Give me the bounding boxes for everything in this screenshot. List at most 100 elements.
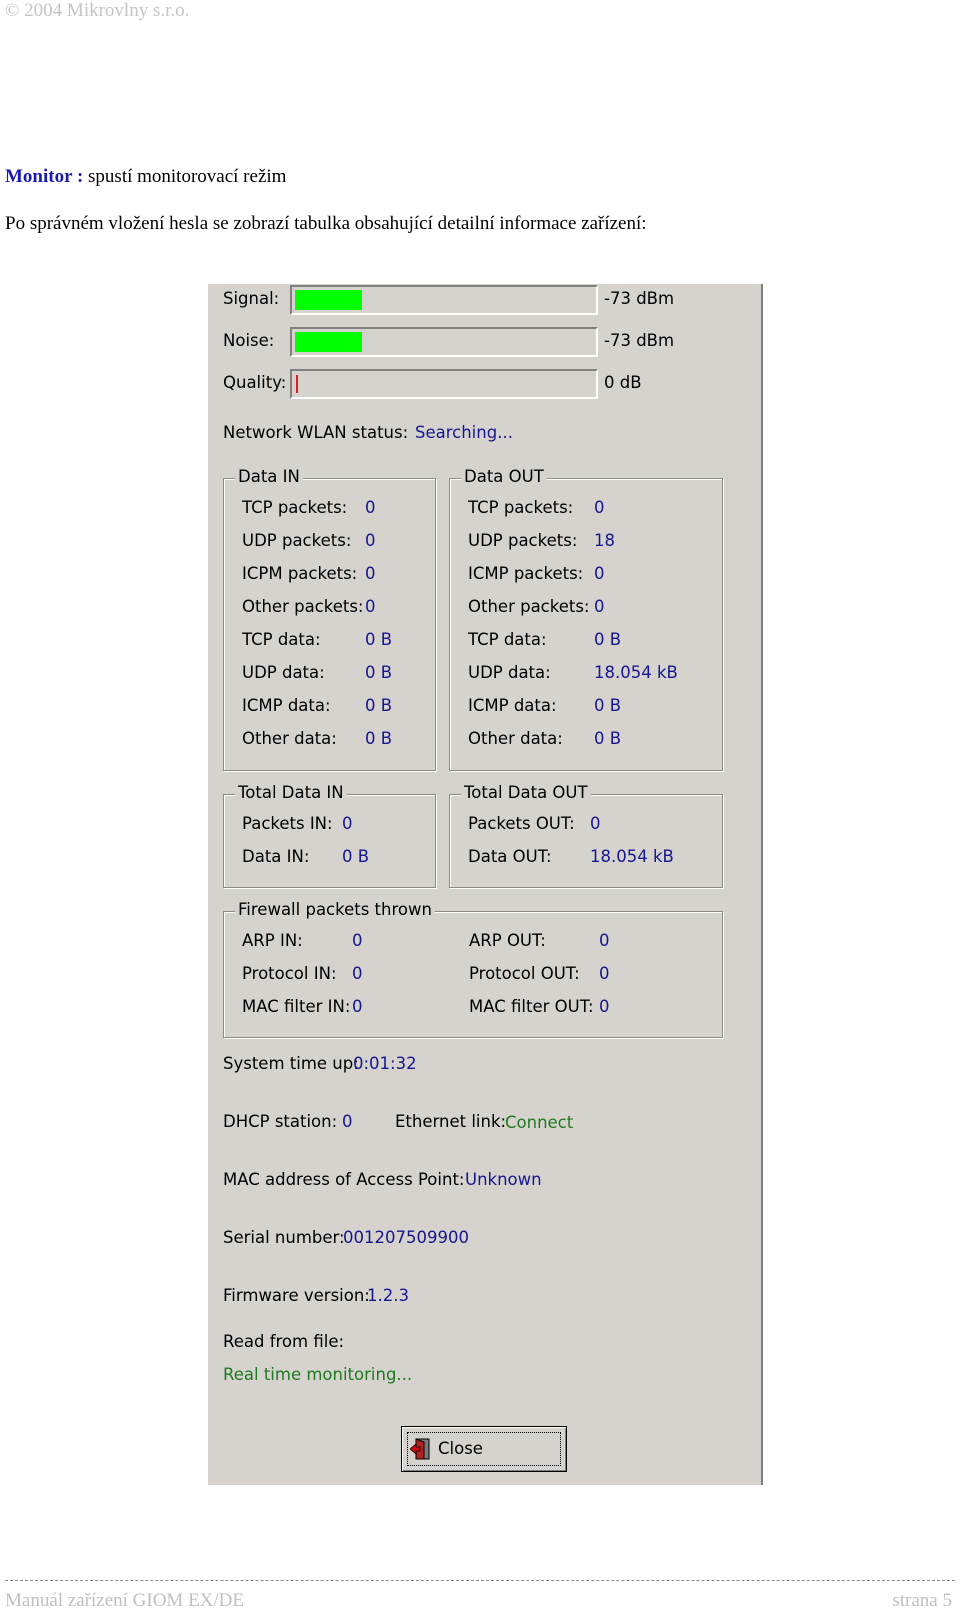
data-out-row-value: 18.054 kB	[594, 663, 678, 682]
data-out-row-value: 0 B	[594, 696, 622, 715]
data-out-row-value: 0	[594, 498, 605, 517]
mac-ap-value: Unknown	[465, 1170, 542, 1189]
data-in-row-label: TCP packets:	[242, 498, 348, 517]
firewall-out-label: Protocol OUT:	[469, 964, 580, 983]
noise-meter-fill	[295, 332, 362, 352]
firewall-out-label: ARP OUT:	[469, 931, 546, 950]
data-out-row-label: UDP data:	[468, 663, 551, 682]
footer-page-number: strana 5	[892, 1590, 952, 1611]
quality-meter-marker	[296, 375, 298, 393]
data-in-row-label: UDP packets:	[242, 531, 352, 550]
firewall-title: Firewall packets thrown	[235, 900, 435, 919]
data-in-row-label: TCP data:	[242, 630, 321, 649]
data-out-row-label: TCP packets:	[468, 498, 574, 517]
data-in-row-value: 0 B	[365, 729, 393, 748]
signal-meter-fill	[295, 290, 362, 310]
wlan-status-value: Searching...	[415, 423, 513, 442]
data-out-row-label: UDP packets:	[468, 531, 578, 550]
data-out-row-label: ICMP data:	[468, 696, 557, 715]
monitor-description-text: spustí monitorovací režim	[83, 166, 287, 187]
firewall-out-label: MAC filter OUT:	[469, 997, 594, 1016]
page-header-copyright: © 2004 Mikrovlny s.r.o.	[5, 0, 190, 21]
wlan-status-label: Network WLAN status:	[223, 423, 409, 442]
system-time-label: System time up:	[223, 1054, 359, 1073]
data-out-row-value: 18	[594, 531, 615, 550]
quality-label: Quality:	[223, 373, 287, 392]
data-in-row-value: 0 B	[365, 630, 393, 649]
total-in-row-value: 0	[342, 814, 353, 833]
data-out-row-label: ICMP packets:	[468, 564, 584, 583]
total-out-row-value: 0	[590, 814, 601, 833]
footer-manual-title: Manuál zařízení GIOM EX/DE	[5, 1590, 245, 1611]
monitor-keyword: Monitor :	[5, 166, 84, 187]
signal-meter	[290, 285, 598, 315]
quality-value: 0 dB	[604, 373, 642, 392]
total-in-row-label: Data IN:	[242, 847, 310, 866]
data-in-row-label: ICPM packets:	[242, 564, 358, 583]
data-out-row-label: Other packets:	[468, 597, 590, 616]
serial-label: Serial number:	[223, 1228, 345, 1247]
total-out-row-label: Data OUT:	[468, 847, 552, 866]
data-in-row-value: 0	[365, 498, 376, 517]
dhcp-value: 0	[342, 1112, 353, 1131]
monitor-description: Monitor : spustí monitorovací režim	[5, 166, 286, 188]
data-out-group: Data OUT TCP packets: 0 UDP packets: 18 …	[449, 467, 723, 771]
data-out-row-value: 0	[594, 597, 605, 616]
noise-meter	[290, 327, 598, 357]
read-from-value: Real time monitoring...	[223, 1365, 413, 1384]
data-out-row-label: TCP data:	[468, 630, 547, 649]
data-out-row-value: 0 B	[594, 630, 622, 649]
signal-label: Signal:	[223, 289, 280, 308]
exit-door-icon	[410, 1438, 430, 1460]
total-out-row-value: 18.054 kB	[590, 847, 674, 866]
quality-meter	[290, 369, 598, 399]
firewall-in-label: MAC filter IN:	[242, 997, 351, 1016]
firewall-out-value: 0	[599, 931, 610, 950]
data-out-row-value: 0 B	[594, 729, 622, 748]
ethernet-link-value: Connect	[505, 1113, 574, 1132]
data-in-row-label: Other packets:	[242, 597, 364, 616]
data-in-row-label: Other data:	[242, 729, 337, 748]
mac-ap-label: MAC address of Access Point:	[223, 1170, 465, 1189]
firewall-in-value: 0	[352, 997, 363, 1016]
firewall-in-label: Protocol IN:	[242, 964, 337, 983]
firewall-group: Firewall packets thrown ARP IN: 0 Protoc…	[223, 900, 723, 1038]
read-from-label: Read from file:	[223, 1332, 345, 1351]
total-data-in-title: Total Data IN	[235, 783, 347, 802]
data-out-title: Data OUT	[461, 467, 547, 486]
total-data-out-title: Total Data OUT	[461, 783, 591, 802]
intro-paragraph: Po správném vložení hesla se zobrazí tab…	[5, 213, 647, 234]
data-in-group: Data IN TCP packets: 0 UDP packets: 0 IC…	[223, 467, 436, 771]
data-out-row-value: 0	[594, 564, 605, 583]
ethernet-link-label: Ethernet link:	[395, 1112, 507, 1131]
data-in-row-value: 0 B	[365, 696, 393, 715]
footer-divider	[5, 1580, 955, 1581]
firewall-in-value: 0	[352, 964, 363, 983]
firewall-out-value: 0	[599, 997, 610, 1016]
data-in-row-value: 0	[365, 597, 376, 616]
close-button[interactable]: Close	[401, 1426, 567, 1472]
firewall-out-value: 0	[599, 964, 610, 983]
monitor-window: Signal: -73 dBm Noise: -73 dBm Quality: …	[205, 284, 763, 1485]
data-out-row-label: Other data:	[468, 729, 563, 748]
data-in-row-value: 0 B	[365, 663, 393, 682]
system-time-value: 0:01:32	[353, 1054, 417, 1073]
data-in-row-label: UDP data:	[242, 663, 325, 682]
signal-value: -73 dBm	[604, 289, 675, 308]
data-in-title: Data IN	[235, 467, 303, 486]
close-button-label: Close	[438, 1439, 483, 1458]
serial-value: 001207509900	[343, 1228, 469, 1247]
firmware-label: Firmware version:	[223, 1286, 370, 1305]
dhcp-label: DHCP station:	[223, 1112, 338, 1131]
noise-value: -73 dBm	[604, 331, 675, 350]
total-in-row-label: Packets IN:	[242, 814, 333, 833]
firewall-in-label: ARP IN:	[242, 931, 303, 950]
firewall-in-value: 0	[352, 931, 363, 950]
data-in-row-label: ICMP data:	[242, 696, 331, 715]
noise-label: Noise:	[223, 331, 275, 350]
firmware-value: 1.2.3	[367, 1286, 409, 1305]
total-in-row-value: 0 B	[342, 847, 370, 866]
total-out-row-label: Packets OUT:	[468, 814, 575, 833]
data-in-row-value: 0	[365, 564, 376, 583]
total-data-out-group: Total Data OUT Packets OUT: 0 Data OUT: …	[449, 783, 723, 888]
